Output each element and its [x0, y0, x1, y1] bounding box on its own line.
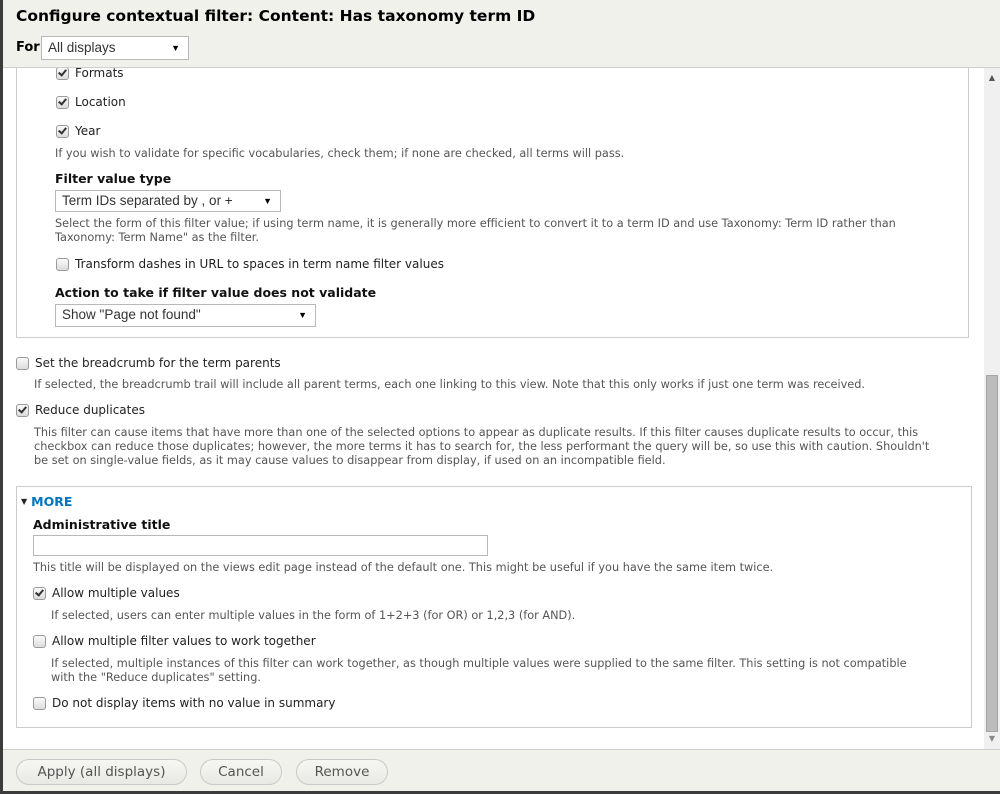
- vocab-year-checkbox[interactable]: [56, 124, 69, 138]
- for-displays-value: All displays: [48, 40, 116, 55]
- dropdown-arrow-icon: ▼: [298, 310, 307, 320]
- scrollbar-thumb[interactable]: [986, 375, 998, 732]
- no-empty-checkbox-row[interactable]: Do not display items with no value in su…: [33, 696, 335, 710]
- reduce-duplicates-description-1: This filter can cause items that have mo…: [34, 426, 919, 439]
- filter-value-type-description-2: Taxonomy: Term Name" as the filter.: [55, 231, 259, 244]
- reduce-duplicates-checkbox[interactable]: [16, 403, 29, 417]
- configure-filter-dialog: Configure contextual filter: Content: Ha…: [3, 0, 1000, 791]
- dropdown-arrow-icon: ▼: [263, 196, 272, 206]
- vocab-formats-checkbox-row[interactable]: Formats: [56, 68, 124, 80]
- remove-button[interactable]: Remove: [296, 759, 388, 785]
- filter-value-type-value: Term IDs separated by , or +: [62, 193, 233, 208]
- vocab-formats-label: Formats: [75, 68, 124, 80]
- vocab-location-label: Location: [75, 95, 126, 109]
- fail-action-select[interactable]: Show "Page not found" ▼: [55, 304, 316, 327]
- admin-title-description: This title will be displayed on the view…: [33, 561, 774, 574]
- dialog-content: Formats Location Year If you wish to val…: [3, 68, 984, 749]
- admin-title-label: Administrative title: [33, 517, 171, 532]
- reduce-duplicates-description-3: be set on single-value fields, as it may…: [34, 454, 666, 467]
- scroll-down-arrow-icon[interactable]: ▼: [984, 731, 1000, 747]
- apply-button[interactable]: Apply (all displays): [16, 759, 187, 785]
- transform-dashes-checkbox-row[interactable]: Transform dashes in URL to spaces in ter…: [56, 257, 444, 271]
- transform-dashes-checkbox[interactable]: [56, 257, 69, 271]
- more-toggle-label: MORE: [31, 494, 73, 509]
- vocab-location-checkbox-row[interactable]: Location: [56, 95, 126, 109]
- fail-action-label: Action to take if filter value does not …: [55, 285, 377, 300]
- reduce-duplicates-checkbox-row[interactable]: Reduce duplicates: [16, 403, 145, 417]
- for-label: For: [16, 40, 40, 55]
- dialog-title: Configure contextual filter: Content: Ha…: [16, 7, 536, 25]
- work-together-description-2: with the "Reduce duplicates" setting.: [51, 671, 261, 684]
- more-fieldset: ▼ MORE Administrative title This title w…: [16, 486, 972, 728]
- dialog-header: Configure contextual filter: Content: Ha…: [3, 0, 1000, 68]
- filter-value-type-description-1: Select the form of this filter value; if…: [55, 217, 896, 230]
- more-toggle[interactable]: ▼ MORE: [21, 494, 72, 509]
- reduce-duplicates-label: Reduce duplicates: [35, 403, 145, 417]
- breadcrumb-label: Set the breadcrumb for the term parents: [35, 356, 281, 370]
- reduce-duplicates-description-2: checkbox can reduce those duplicates; ho…: [34, 440, 930, 453]
- filter-value-type-select[interactable]: Term IDs separated by , or + ▼: [55, 190, 281, 212]
- fail-action-value: Show "Page not found": [62, 307, 201, 322]
- vocab-year-checkbox-row[interactable]: Year: [56, 124, 100, 138]
- collapse-triangle-icon: ▼: [21, 497, 28, 506]
- validation-fieldset: Formats Location Year If you wish to val…: [16, 68, 969, 338]
- work-together-checkbox-row[interactable]: Allow multiple filter values to work tog…: [33, 634, 316, 648]
- dropdown-arrow-icon: ▼: [171, 43, 180, 53]
- scroll-up-arrow-icon[interactable]: ▲: [984, 70, 1000, 86]
- work-together-label: Allow multiple filter values to work tog…: [52, 634, 316, 648]
- no-empty-label: Do not display items with no value in su…: [52, 696, 336, 710]
- work-together-checkbox[interactable]: [33, 634, 46, 648]
- allow-multiple-label: Allow multiple values: [52, 586, 180, 600]
- vocab-location-checkbox[interactable]: [56, 95, 69, 109]
- work-together-description-1: If selected, multiple instances of this …: [51, 657, 907, 670]
- transform-dashes-label: Transform dashes in URL to spaces in ter…: [75, 257, 444, 271]
- allow-multiple-description: If selected, users can enter multiple va…: [51, 609, 576, 622]
- admin-title-input[interactable]: [33, 535, 488, 556]
- content-scrollbar[interactable]: ▲ ▼: [984, 68, 1000, 749]
- for-displays-select[interactable]: All displays ▼: [41, 36, 189, 60]
- vocab-year-label: Year: [75, 124, 101, 138]
- vocab-formats-checkbox[interactable]: [56, 68, 69, 80]
- dialog-footer: Apply (all displays) Cancel Remove: [3, 749, 1000, 791]
- allow-multiple-checkbox[interactable]: [33, 586, 46, 600]
- cancel-button[interactable]: Cancel: [200, 759, 282, 785]
- no-empty-checkbox[interactable]: [33, 696, 46, 710]
- breadcrumb-checkbox[interactable]: [16, 356, 29, 370]
- breadcrumb-checkbox-row[interactable]: Set the breadcrumb for the term parents: [16, 356, 281, 370]
- allow-multiple-checkbox-row[interactable]: Allow multiple values: [33, 586, 180, 600]
- filter-value-type-label: Filter value type: [55, 171, 172, 186]
- breadcrumb-description: If selected, the breadcrumb trail will i…: [34, 378, 866, 391]
- vocabularies-description: If you wish to validate for specific voc…: [55, 147, 625, 160]
